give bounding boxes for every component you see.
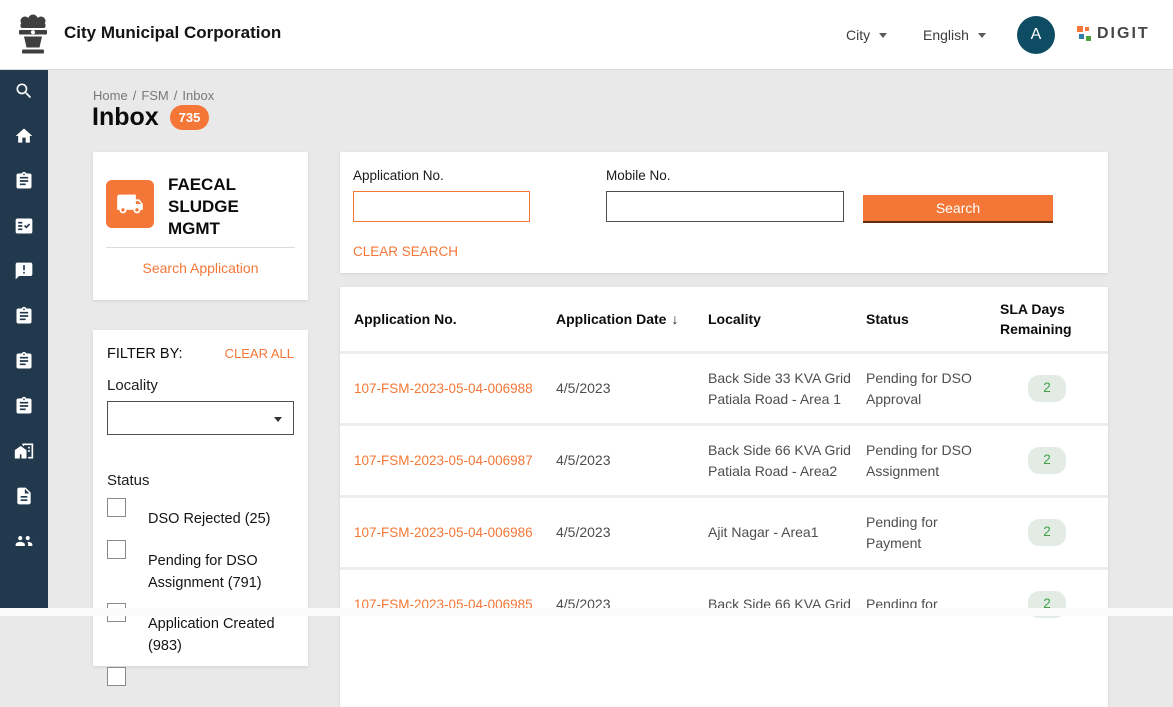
inbox-table: Application No. Application Date↓ Locali… [340, 287, 1108, 707]
status-option-label: DSO Rejected (25) [148, 498, 271, 531]
table-row: 107-FSM-2023-05-04-006987 4/5/2023 Back … [340, 423, 1108, 495]
breadcrumb-home[interactable]: Home [93, 88, 128, 103]
breadcrumb-fsm[interactable]: FSM [141, 88, 168, 103]
sla-badge: 2 [1028, 375, 1066, 401]
language-dropdown[interactable]: English [923, 27, 986, 43]
window-bottom-edge [0, 608, 1173, 616]
search-button[interactable]: Search [863, 195, 1053, 223]
mobile-no-input[interactable] [606, 191, 844, 222]
status-cell: Pending for Payment [866, 512, 1000, 554]
filter-by-label: FILTER BY: [107, 346, 182, 362]
truck-icon [106, 180, 154, 228]
home-work-icon[interactable] [14, 441, 34, 461]
status-cell: Pending for DSO Assignment [866, 440, 1000, 482]
col-status: Status [866, 309, 1000, 329]
national-emblem-logo [16, 10, 50, 63]
user-avatar[interactable]: A [1017, 16, 1055, 54]
left-nav-sidebar [0, 70, 48, 608]
announcement-icon[interactable] [14, 261, 34, 281]
col-application-date[interactable]: Application Date↓ [556, 309, 708, 329]
status-label: Status [107, 472, 294, 489]
application-no-input[interactable] [353, 191, 530, 222]
table-row: 107-FSM-2023-05-04-006986 4/5/2023 Ajit … [340, 495, 1108, 567]
page-title: Inbox [92, 103, 159, 132]
app-title: City Municipal Corporation [64, 23, 281, 43]
sla-badge: 2 [1028, 519, 1066, 545]
assignment-icon[interactable] [14, 396, 34, 416]
application-date-cell: 4/5/2023 [556, 378, 708, 399]
assignment-icon[interactable] [14, 306, 34, 326]
col-sla-days: SLA Days Remaining [1000, 299, 1094, 340]
locality-cell: Back Side 66 KVA Grid Patiala Road - Are… [708, 440, 866, 482]
search-icon[interactable] [14, 81, 34, 101]
inbox-count-badge: 735 [170, 105, 210, 130]
table-row: 107-FSM-2023-05-04-006988 4/5/2023 Back … [340, 351, 1108, 423]
table-header-row: Application No. Application Date↓ Locali… [340, 287, 1108, 351]
col-locality: Locality [708, 309, 866, 329]
search-application-link[interactable]: Search Application [106, 260, 295, 276]
application-no-link[interactable]: 107-FSM-2023-05-04-006986 [354, 525, 533, 540]
locality-label: Locality [107, 377, 294, 394]
locality-select[interactable] [107, 401, 294, 435]
home-icon[interactable] [14, 126, 34, 146]
application-date-cell: 4/5/2023 [556, 522, 708, 543]
city-dropdown[interactable]: City [846, 27, 887, 43]
col-application-no: Application No. [354, 309, 556, 329]
status-option-pending-dso-assignment: Pending for DSO Assignment (791) [107, 540, 294, 595]
table-row: 107-FSM-2023-05-04-006985 4/5/2023 Back … [340, 567, 1108, 639]
chevron-down-icon [274, 417, 282, 422]
breadcrumb-inbox: Inbox [182, 88, 214, 103]
status-cell: Pending for DSO Approval [866, 368, 1000, 410]
mobile-no-label: Mobile No. [606, 168, 671, 183]
module-title: FAECAL SLUDGE MGMT [168, 174, 295, 240]
status-option-partial [107, 667, 294, 686]
chevron-down-icon [879, 33, 887, 38]
sort-desc-icon: ↓ [671, 311, 678, 327]
status-checkbox[interactable] [107, 540, 126, 559]
application-no-link[interactable]: 107-FSM-2023-05-04-006987 [354, 453, 533, 468]
search-panel: Application No. Mobile No. Search CLEAR … [340, 152, 1108, 273]
application-no-link[interactable]: 107-FSM-2023-05-04-006988 [354, 381, 533, 396]
status-checkbox[interactable] [107, 667, 126, 686]
divider [106, 247, 295, 248]
sla-badge: 2 [1028, 447, 1066, 473]
assignment-icon[interactable] [14, 351, 34, 371]
clear-all-button[interactable]: CLEAR ALL [225, 346, 294, 361]
digit-logo-icon [1077, 26, 1092, 42]
application-no-label: Application No. [353, 168, 444, 183]
people-icon[interactable] [14, 531, 34, 551]
application-date-cell: 4/5/2023 [556, 450, 708, 471]
status-option-dso-rejected: DSO Rejected (25) [107, 498, 294, 531]
status-checkbox[interactable] [107, 498, 126, 517]
locality-cell: Ajit Nagar - Area1 [708, 522, 866, 543]
assignment-icon[interactable] [14, 171, 34, 191]
status-option-label: Pending for DSO Assignment (791) [148, 540, 294, 595]
clear-search-link[interactable]: CLEAR SEARCH [353, 244, 458, 259]
chevron-down-icon [978, 33, 986, 38]
top-header: City Municipal Corporation City English … [0, 0, 1173, 70]
locality-cell: Back Side 33 KVA Grid Patiala Road - Are… [708, 368, 866, 410]
breadcrumb: Home/FSM/Inbox [93, 88, 214, 103]
document-icon[interactable] [14, 486, 34, 506]
digit-logo: DIGIT [1077, 25, 1150, 43]
fsm-module-card: FAECAL SLUDGE MGMT Search Application [93, 152, 308, 300]
fact-check-icon[interactable] [14, 216, 34, 236]
